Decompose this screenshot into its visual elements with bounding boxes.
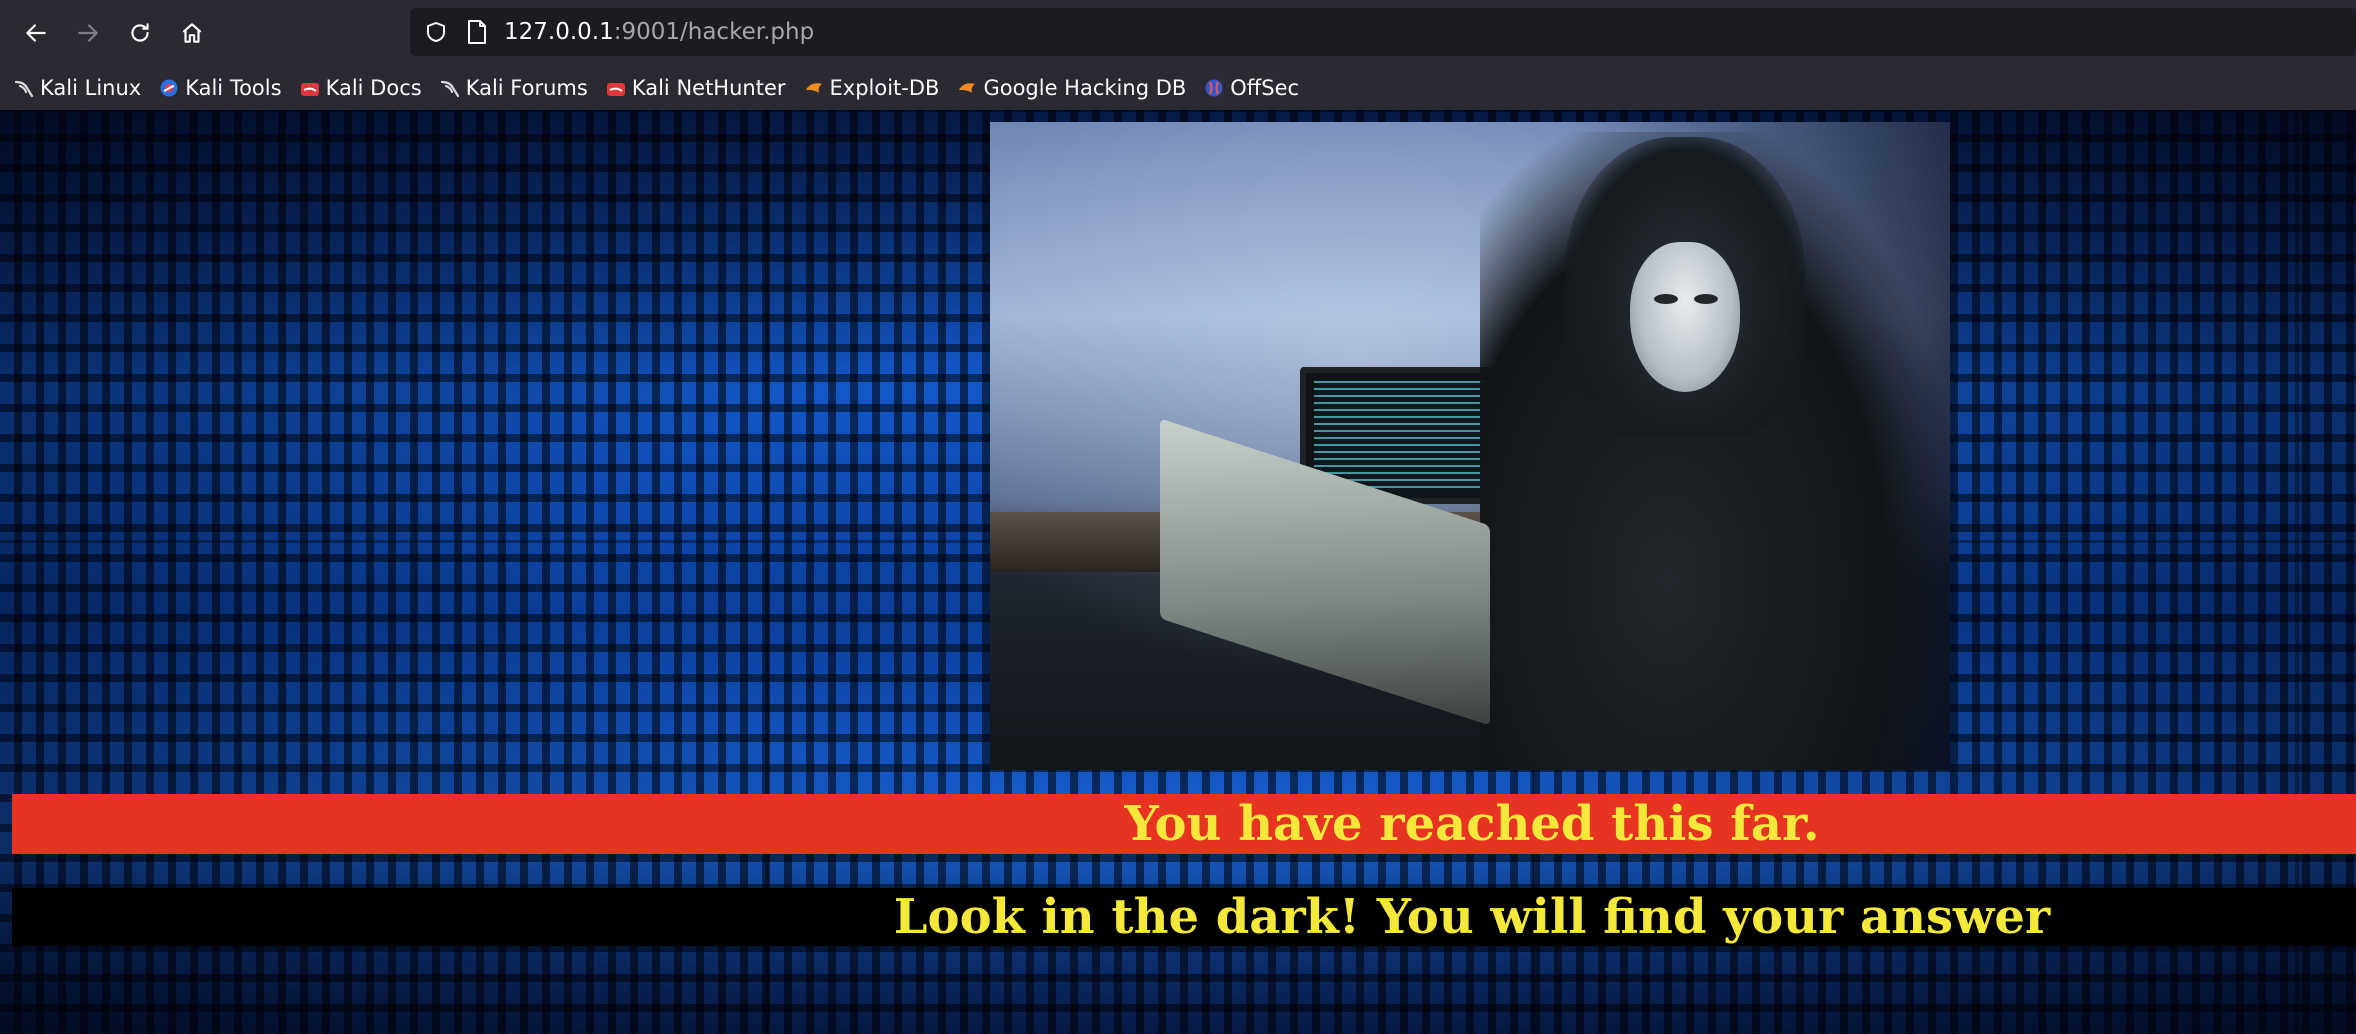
browser-toolbar: 127.0.0.1:9001/hacker.php <box>0 0 2356 65</box>
offsec-icon <box>1205 79 1223 96</box>
bookmark-label: Kali NetHunter <box>631 75 786 100</box>
kali-nethunter-icon <box>606 82 625 96</box>
bookmark-label: Kali Linux <box>40 75 142 100</box>
reload-icon <box>131 22 149 42</box>
reload-button[interactable] <box>120 13 160 53</box>
bookmark-label: OffSec <box>1230 75 1300 100</box>
url-path: :9001/hacker.php <box>613 19 815 45</box>
kali-dragon-icon <box>440 80 459 97</box>
home-button[interactable] <box>172 13 212 53</box>
kali-dragon-icon <box>14 80 34 97</box>
bookmark-google-hacking-db[interactable]: Google Hacking DB <box>957 70 1186 106</box>
bookmark-label: Google Hacking DB <box>983 75 1187 100</box>
bookmark-kali-nethunter[interactable]: Kali NetHunter <box>606 70 786 106</box>
black-banner: Look in the dark! You will find your ans… <box>12 888 2356 946</box>
bookmark-label: Kali Docs <box>325 75 422 100</box>
bookmark-exploit-db[interactable]: Exploit-DB <box>804 70 940 106</box>
bookmark-kali-docs[interactable]: Kali Docs <box>300 70 422 106</box>
image-mask-eye <box>1694 294 1718 304</box>
arrow-right-icon <box>78 23 98 42</box>
bookmark-kali-forums[interactable]: Kali Forums <box>440 70 588 106</box>
exploit-db-icon <box>805 82 822 93</box>
url-host: 127.0.0.1 <box>504 19 614 45</box>
bookmark-label: Kali Forums <box>465 75 588 100</box>
bookmark-offsec[interactable]: OffSec <box>1204 70 1299 106</box>
bookmarks-bar: Kali Linux Kali Tools Kali Docs Kali For… <box>0 65 2356 110</box>
red-banner: You have reached this far. <box>12 794 2356 854</box>
image-mask <box>1630 242 1740 392</box>
forward-button[interactable] <box>68 13 108 53</box>
page-icon[interactable] <box>466 19 488 45</box>
image-monitor-screen <box>1314 381 1488 490</box>
bookmark-label: Exploit-DB <box>829 75 940 100</box>
kali-tools-icon <box>160 79 178 96</box>
red-banner-clip: You have reached this far. <box>12 794 2356 854</box>
shield-icon[interactable] <box>424 20 448 44</box>
exploit-db-icon <box>959 82 976 93</box>
red-banner-text: You have reached this far. <box>1124 796 1820 852</box>
page-background: You have reached this far. Look in the d… <box>0 110 2356 1034</box>
kali-docs-icon <box>300 82 319 96</box>
bookmark-label: Kali Tools <box>185 75 282 100</box>
url-text[interactable]: 127.0.0.1:9001/hacker.php <box>504 19 814 45</box>
bookmark-kali-tools[interactable]: Kali Tools <box>159 70 282 106</box>
url-bar[interactable]: 127.0.0.1:9001/hacker.php <box>410 8 2356 56</box>
black-banner-text: Look in the dark! You will find your ans… <box>893 889 2051 945</box>
back-button[interactable] <box>16 13 56 53</box>
hacker-image <box>990 122 1950 770</box>
black-banner-clip: Look in the dark! You will find your ans… <box>12 888 2356 946</box>
bookmark-kali-linux[interactable]: Kali Linux <box>14 70 141 106</box>
arrow-left-icon <box>26 23 46 42</box>
home-icon <box>182 22 202 43</box>
image-mask-eye <box>1654 294 1678 304</box>
